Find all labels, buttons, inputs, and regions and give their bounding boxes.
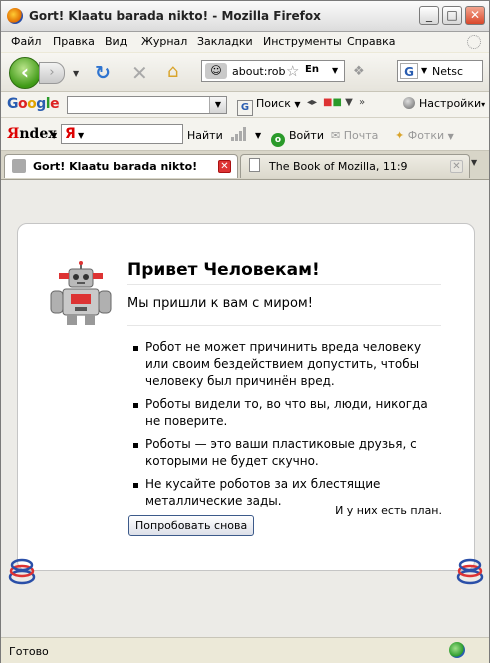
retry-button[interactable]: Попробовать снова xyxy=(128,515,255,536)
status-text: Готово xyxy=(9,645,49,658)
language-indicator[interactable]: En xyxy=(305,64,319,75)
tab-close-icon[interactable]: ✕ xyxy=(450,160,463,173)
yandex-logo[interactable]: Яndex xyxy=(7,126,57,142)
google-search-button[interactable]: G Поиск ▼ xyxy=(237,97,301,116)
yandex-ya-icon: Я xyxy=(65,126,76,142)
tab-book-of-mozilla[interactable]: The Book of Mozilla, 11:9 ✕ xyxy=(240,154,470,178)
window-title: Gort! Klaatu barada nikto! - Mozilla Fir… xyxy=(29,9,321,23)
navigation-toolbar: ‹ › ▼ ↻ ✕ ⌂ ☺ about:rob ☆ En ▼ ❖ G ▼ Net… xyxy=(1,53,489,92)
google-g-icon: G xyxy=(237,100,253,116)
yandex-find-button[interactable]: Найти xyxy=(187,129,223,142)
robot-laws-list: Робот не может причинить вреда человеку … xyxy=(129,339,445,516)
history-dropdown-icon[interactable]: ▼ xyxy=(73,69,79,78)
url-dropdown-icon[interactable]: ▼ xyxy=(332,66,338,75)
login-key-icon: o xyxy=(271,133,285,147)
plan-text: И у них есть план. xyxy=(335,504,442,517)
yandex-dropdown-icon[interactable]: ▼ xyxy=(51,131,57,140)
tab-title: Gort! Klaatu barada nikto! xyxy=(33,160,198,173)
url-bar[interactable]: ☺ about:rob ☆ En ▼ xyxy=(201,60,345,82)
maximize-button[interactable]: □ xyxy=(442,6,462,25)
menu-view[interactable]: Вид xyxy=(105,35,127,48)
spring-right-icon xyxy=(456,558,484,585)
home-button[interactable]: ⌂ xyxy=(167,61,178,82)
menu-file[interactable]: Файл xyxy=(11,35,41,48)
google-search-input[interactable]: ▼ xyxy=(67,96,227,114)
tab-bar: Gort! Klaatu barada nikto! ✕ The Book of… xyxy=(1,151,489,180)
search-engine-dropdown-icon[interactable]: ▼ xyxy=(421,66,427,75)
yandex-search-input[interactable]: Я ▼ xyxy=(61,124,183,144)
extension-icon[interactable]: ❖ xyxy=(353,64,365,79)
menu-bar: Файл Правка Вид Журнал Закладки Инструме… xyxy=(1,32,489,52)
spring-left-icon xyxy=(8,558,36,585)
tab-list-dropdown-icon[interactable]: ▼ xyxy=(471,158,477,167)
tab-close-icon[interactable]: ✕ xyxy=(218,160,231,173)
settings-icon xyxy=(403,97,415,109)
google-logo[interactable]: Google xyxy=(7,96,60,112)
menu-edit[interactable]: Правка xyxy=(53,35,95,48)
mail-icon: ✉ xyxy=(331,129,341,142)
list-item: Роботы видели то, во что вы, люди, никог… xyxy=(133,396,445,430)
search-box[interactable]: G ▼ Netsc xyxy=(397,60,483,82)
menu-history[interactable]: Журнал xyxy=(141,35,187,48)
google-windows-icon[interactable]: ■■ ▼ xyxy=(323,97,353,108)
google-tool-arrows-icon[interactable]: ◂▸ xyxy=(307,97,317,108)
menu-bookmarks[interactable]: Закладки xyxy=(197,35,253,48)
yandex-bars-dropdown-icon[interactable]: ▼ xyxy=(255,131,261,140)
minimize-button[interactable]: _ xyxy=(419,6,439,25)
menu-help[interactable]: Справка xyxy=(347,35,395,48)
status-bar: Готово xyxy=(1,637,489,663)
search-engine-icon[interactable]: G xyxy=(400,63,418,79)
yandex-toolbar: Яndex ▼ Я ▼ Найти ▼ o Войти ✉ Почта ✦ Фот… xyxy=(1,118,489,151)
google-search-dropdown-icon[interactable]: ▼ xyxy=(209,97,226,113)
url-text: about:rob xyxy=(232,65,286,78)
robot-favicon-icon xyxy=(12,159,26,173)
robot-card: Привет Человекам! Мы пришли к вам с миро… xyxy=(17,223,475,571)
close-button[interactable]: ✕ xyxy=(465,6,485,25)
page-subheading: Мы пришли к вам с миром! xyxy=(127,296,441,326)
yandex-mail-button[interactable]: ✉ Почта xyxy=(331,129,378,142)
tab-gort[interactable]: Gort! Klaatu barada nikto! ✕ xyxy=(4,154,238,178)
signal-bars-icon[interactable] xyxy=(231,127,251,141)
yandex-login-button[interactable]: o Войти xyxy=(271,129,324,147)
google-settings-button[interactable]: Настройки▾ xyxy=(403,97,485,110)
search-input[interactable]: Netsc xyxy=(432,65,463,78)
google-toolbar: Google ▼ G Поиск ▼ ◂▸ ■■ ▼ » Настройки▾ xyxy=(1,92,489,118)
browser-window: Gort! Klaatu barada nikto! - Mozilla Fir… xyxy=(0,0,490,663)
status-globe-icon[interactable] xyxy=(449,642,465,658)
page-content: Привет Человекам! Мы пришли к вам с миро… xyxy=(1,180,489,637)
firefox-icon xyxy=(7,8,23,24)
yandex-search-dropdown-icon[interactable]: ▼ xyxy=(78,131,84,140)
document-icon xyxy=(249,158,260,172)
stop-button[interactable]: ✕ xyxy=(131,61,148,85)
yandex-photos-button[interactable]: ✦ Фотки ▼ xyxy=(395,129,454,142)
tab-title: The Book of Mozilla, 11:9 xyxy=(269,160,408,173)
robot-icon xyxy=(50,261,112,325)
reload-button[interactable]: ↻ xyxy=(95,62,111,84)
forward-button[interactable]: › xyxy=(39,62,65,84)
throbber-icon xyxy=(467,35,481,49)
photos-icon: ✦ xyxy=(395,129,405,142)
title-bar: Gort! Klaatu barada nikto! - Mozilla Fir… xyxy=(1,1,489,32)
bookmark-star-icon[interactable]: ☆ xyxy=(286,62,299,80)
list-item: Роботы — это ваши пластиковые друзья, с … xyxy=(133,436,445,470)
menu-tools[interactable]: Инструменты xyxy=(263,35,342,48)
page-heading: Привет Человекам! xyxy=(127,260,441,285)
list-item: Робот не может причинить вреда человеку … xyxy=(133,339,445,390)
google-more-icon[interactable]: » xyxy=(359,97,365,108)
back-button[interactable]: ‹ xyxy=(9,57,41,89)
site-robot-icon: ☺ xyxy=(205,63,227,79)
